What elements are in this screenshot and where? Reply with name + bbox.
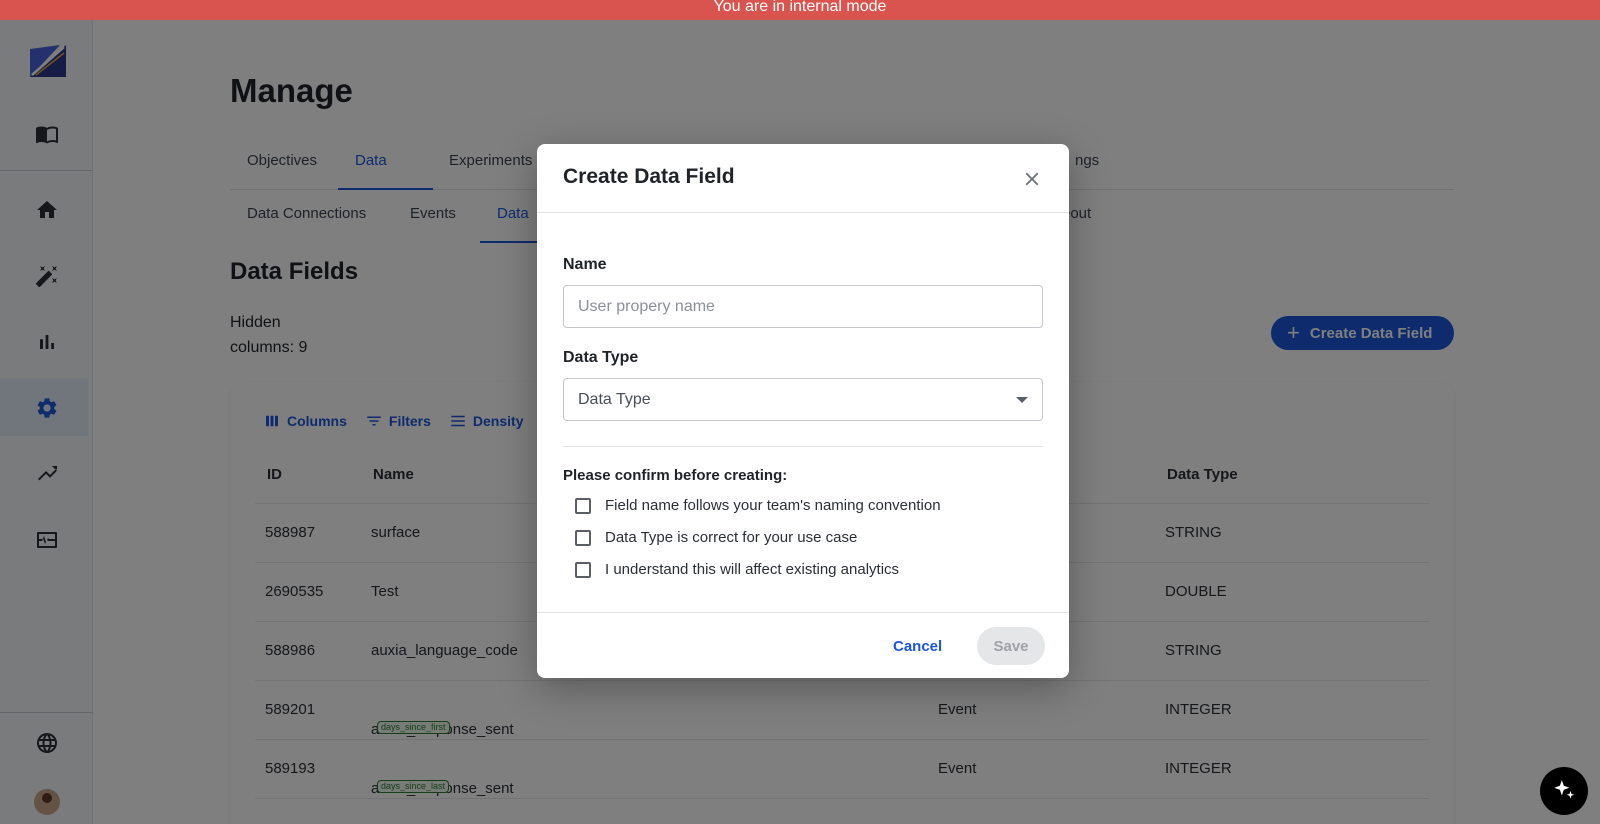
- create-data-field-dialog: Create Data Field Name Data Type Data Ty…: [537, 144, 1069, 678]
- dialog-title: Create Data Field: [563, 165, 735, 188]
- confirm-naming-convention[interactable]: Field name follows your team's naming co…: [575, 497, 941, 514]
- dialog-divider: [563, 446, 1043, 447]
- data-type-value: Data Type: [578, 390, 651, 408]
- cancel-button[interactable]: Cancel: [893, 638, 942, 655]
- data-type-select[interactable]: Data Type: [563, 378, 1043, 421]
- confirm-analytics-impact[interactable]: I understand this will affect existing a…: [575, 561, 899, 578]
- close-icon[interactable]: [1021, 168, 1043, 190]
- confirm-heading: Please confirm before creating:: [563, 467, 788, 484]
- sparkle-icon: [1554, 780, 1575, 799]
- data-type-checkbox[interactable]: [575, 529, 591, 546]
- dialog-footer: Cancel Save: [537, 612, 1069, 678]
- dropdown-arrow-icon: [1016, 397, 1028, 403]
- internal-mode-banner: You are in internal mode: [0, 0, 1600, 20]
- ai-assistant-button[interactable]: [1540, 767, 1588, 815]
- naming-checkbox-label: Field name follows your team's naming co…: [605, 497, 941, 514]
- data-type-label: Data Type: [563, 349, 639, 366]
- data-type-checkbox-label: Data Type is correct for your use case: [605, 529, 858, 546]
- analytics-checkbox-label: I understand this will affect existing a…: [605, 561, 900, 578]
- naming-checkbox[interactable]: [575, 497, 591, 514]
- name-input[interactable]: [563, 285, 1043, 328]
- dialog-header: Create Data Field: [537, 144, 1069, 213]
- confirm-data-type[interactable]: Data Type is correct for your use case: [575, 529, 857, 546]
- name-label: Name: [563, 256, 607, 273]
- save-button[interactable]: Save: [977, 627, 1045, 665]
- analytics-checkbox[interactable]: [575, 561, 591, 578]
